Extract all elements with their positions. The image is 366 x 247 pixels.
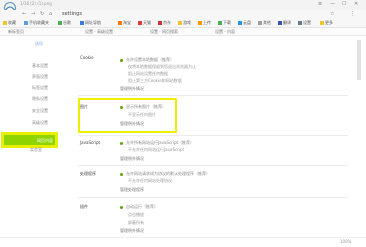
bookmark-item[interactable]: 手机收藏夹 [24, 20, 49, 26]
back-icon[interactable]: ← [22, 11, 26, 17]
sidebar-item-privacy[interactable]: 隐私设置 [32, 96, 48, 102]
bookmark-item[interactable]: 设置 [298, 20, 311, 26]
radio-option[interactable]: 自动运行（推荐） [120, 204, 158, 210]
title-bar [0, 0, 366, 10]
menu-icon[interactable]: ≡ [318, 1, 322, 7]
sidebar-title: 选项 [35, 41, 43, 46]
section-title-plugins: 插件 [80, 204, 88, 209]
checkbox-option[interactable]: 阻止第三方Cookie和网站数据 [128, 78, 182, 84]
section-title-javascript: JavaScript [80, 140, 101, 145]
divider [78, 197, 348, 198]
bookmark-item[interactable]: 更多 [320, 20, 333, 26]
maximize-icon[interactable]: ☐ [342, 1, 346, 7]
radio-option[interactable]: 不允许任何网站运行JavaScript [128, 147, 184, 153]
radio-option[interactable]: 点击播放 [128, 212, 144, 218]
scrollbar-thumb[interactable] [357, 40, 361, 80]
tab-advanced[interactable]: 设置 - 高级设置 [85, 29, 113, 35]
sidebar-item-advanced[interactable]: 高级设置 [32, 120, 48, 126]
sidebar-item-tabs[interactable]: 标签设置 [32, 85, 48, 91]
address-input[interactable]: settings [62, 11, 82, 17]
bookmark-item[interactable]: 收藏 [3, 20, 16, 26]
sidebar-item-interface[interactable]: 界面设置 [32, 74, 48, 80]
bookmark-item[interactable]: 游戏 [178, 20, 191, 26]
bookmark-item[interactable]: 其他 [258, 20, 271, 26]
sidebar-item-security[interactable]: 安全设置 [32, 108, 48, 114]
forward-icon[interactable]: → [31, 11, 35, 17]
bookmark-item[interactable]: 天猫 [138, 20, 151, 26]
manage-handlers-button[interactable]: 管理处理程序 [120, 187, 144, 193]
section-title-handlers: 处理程序 [80, 171, 96, 176]
bookmark-item[interactable]: 京东 [158, 20, 171, 26]
sidebar-item-active[interactable]: 网页内容 [1, 132, 58, 148]
star-icon[interactable]: ☆ [330, 11, 334, 17]
sidebar-item-lab[interactable]: 实验室 [30, 147, 42, 153]
section-title-images: 图片 [80, 104, 88, 109]
manage-exceptions-button[interactable]: 管理例外情况 [120, 121, 144, 127]
bookmark-item[interactable]: 下载 [218, 20, 231, 26]
divider [78, 165, 348, 166]
tab-strip [0, 28, 366, 36]
reload-icon[interactable]: ↻ [40, 11, 44, 17]
radio-option[interactable]: 阻止网站设置任何数据 [128, 71, 168, 77]
bookmark-item[interactable]: 谷歌 [58, 20, 71, 26]
sidebar-item-basic[interactable]: 基本设置 [32, 63, 48, 69]
status-bar [0, 237, 366, 247]
sidebar-active-label: 网页内容 [37, 138, 53, 143]
address-row [0, 10, 366, 19]
radio-option[interactable]: 允许网站请求成为协议的默认处理程序（推荐） [120, 171, 210, 177]
bookmark-item[interactable]: 翻译 [278, 20, 291, 26]
bookmark-item[interactable]: 淘宝 [118, 20, 131, 26]
tab-search[interactable]: 设置 - 网页搜索 [150, 29, 178, 35]
radio-option[interactable]: 允许设置本地数据（推荐） [120, 57, 174, 63]
radio-option[interactable]: 显示所有图片（推荐） [120, 104, 166, 110]
manage-exceptions-button[interactable]: 管理例外情况 [120, 86, 144, 92]
divider [78, 135, 348, 136]
radio-option[interactable]: 仅将本地数据保留到您退出浏览器为止 [128, 64, 196, 70]
radio-option[interactable]: 屏蔽所有 [128, 220, 144, 226]
divider [78, 95, 348, 96]
radio-option[interactable]: 不允许任何网站处理协议 [128, 178, 172, 184]
bookmark-item[interactable]: 上传 [198, 20, 211, 26]
bookmark-item[interactable]: 云盘 [238, 20, 251, 26]
tab-content[interactable]: 设置 - 内容 [215, 29, 235, 35]
tab-new[interactable]: 新标签页 [8, 29, 24, 35]
manage-exceptions-button[interactable]: 管理例外情况 [120, 228, 144, 234]
close-icon[interactable]: ✕ [354, 1, 358, 7]
minimize-icon[interactable]: — [330, 1, 335, 7]
home-icon[interactable]: ⌂ [49, 11, 52, 17]
section-title-cookie: Cookie [80, 55, 94, 60]
radio-option[interactable]: 允许所有网站运行JavaScript（推荐） [120, 140, 194, 146]
more-icon[interactable]: ⋮ [350, 11, 355, 17]
bookmark-item[interactable]: 网址导航 [80, 20, 101, 26]
browser-window: 1/16 (2) (1).png ≡ — ☐ ✕ ← → ↻ ⌂ setting… [0, 0, 366, 247]
window-title: 1/16 (2) (1).png [20, 1, 52, 6]
manage-exceptions-button[interactable]: 管理例外情况 [120, 156, 144, 162]
radio-option[interactable]: 不显示任何图片 [128, 112, 156, 118]
zoom-level[interactable]: 100% [340, 239, 351, 244]
